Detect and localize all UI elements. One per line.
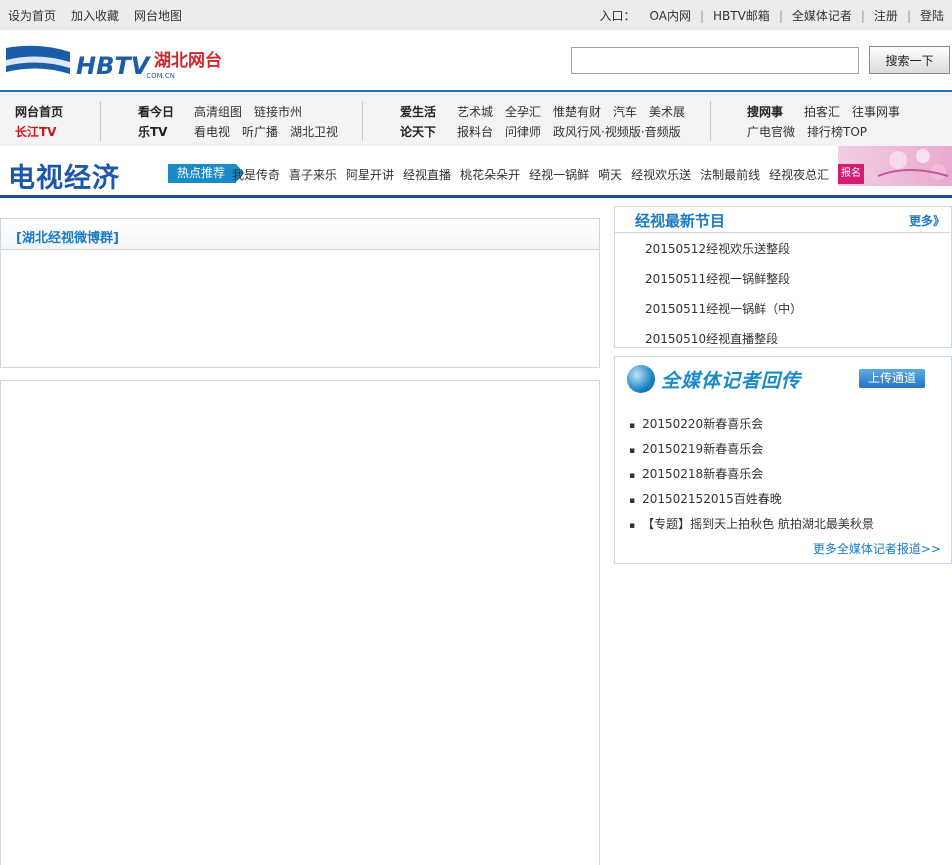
list-item[interactable]: 20150511经视一锅鲜整段 bbox=[645, 270, 790, 287]
nav-lawyer[interactable]: 问律师 bbox=[505, 123, 541, 140]
top-right-links: 入口： OA内网 | HBTV邮箱 | 全媒体记者 | 注册 | 登陆 bbox=[600, 7, 945, 24]
hot-link[interactable]: 桃花朵朵开 bbox=[460, 166, 520, 183]
nav-divider bbox=[100, 101, 101, 141]
nav-city-links[interactable]: 链接市州 bbox=[254, 103, 302, 120]
all-media-reporter-link[interactable]: 全媒体记者 bbox=[792, 7, 852, 24]
nav-tips[interactable]: 报料台 bbox=[457, 123, 493, 140]
nav-past-events[interactable]: 往事网事 bbox=[852, 103, 900, 120]
nav-pregnancy[interactable]: 全孕汇 bbox=[505, 103, 541, 120]
reporter-panel: 全媒体记者回传 上传通道 20150220新春喜乐会 20150219新春喜乐会… bbox=[614, 356, 952, 564]
latest-programs-title: 经视最新节目 bbox=[635, 212, 726, 230]
list-item[interactable]: 【专题】摇到天上拍秋色 航拍湖北最美秋景 bbox=[629, 515, 874, 532]
logo-domain-text: .COM.CN bbox=[144, 72, 175, 80]
nav-hubei-tv[interactable]: 湖北卫视 bbox=[290, 123, 338, 140]
divider: | bbox=[699, 8, 705, 23]
signup-tag: 报名 bbox=[838, 164, 864, 184]
nav-letv-head[interactable]: 乐TV bbox=[138, 123, 167, 140]
nav-divider bbox=[710, 101, 711, 141]
hot-link[interactable]: 经视直播 bbox=[403, 166, 451, 183]
hbtv-mail-link[interactable]: HBTV邮箱 bbox=[713, 7, 770, 24]
weibo-group-panel: [湖北经视微博群] bbox=[0, 218, 600, 368]
nav-ranking[interactable]: 排行榜TOP bbox=[807, 123, 867, 140]
nav-changjiang-tv[interactable]: 长江TV bbox=[15, 123, 56, 140]
hbtv-logo[interactable]: HBTV 湖北网台 .COM.CN bbox=[4, 42, 232, 82]
reporter-panel-title: 全媒体记者回传 bbox=[661, 370, 802, 392]
register-link[interactable]: 注册 bbox=[874, 7, 898, 24]
list-item[interactable]: 20150220新春喜乐会 bbox=[629, 415, 763, 432]
top-left-links: 设为首页 加入收藏 网台地图 bbox=[8, 7, 182, 24]
nav-radio[interactable]: 听广播 bbox=[242, 123, 278, 140]
add-favorite-link[interactable]: 加入收藏 bbox=[71, 7, 119, 24]
logo-sub-text: 湖北网台 bbox=[154, 50, 222, 71]
nav-art-exhibit[interactable]: 美术展 bbox=[649, 103, 685, 120]
list-item[interactable]: 20150511经视一锅鲜（中） bbox=[645, 300, 802, 317]
channel-title[interactable]: 电视经济 bbox=[8, 156, 120, 195]
latest-more-link[interactable]: 更多》 bbox=[909, 212, 945, 229]
nav-watch-tv[interactable]: 看电视 bbox=[194, 123, 230, 140]
divider: | bbox=[860, 8, 865, 23]
nav-search-head[interactable]: 搜网事 bbox=[747, 103, 783, 120]
hot-link[interactable]: 我是传奇 bbox=[232, 166, 280, 183]
promo-banner[interactable]: 报名 bbox=[838, 146, 952, 186]
nav-politics[interactable]: 政风行风·视频版·音频版 bbox=[553, 123, 681, 140]
main-nav: 网台首页 长江TV 看今日 乐TV 高清组图 链接市州 看电视 听广播 湖北卫视… bbox=[0, 90, 952, 146]
list-item[interactable]: 20150218新春喜乐会 bbox=[629, 465, 763, 482]
nav-life-head[interactable]: 爱生活 bbox=[400, 103, 436, 120]
list-item[interactable]: 20150510经视直播整段 bbox=[645, 330, 778, 347]
nav-home[interactable]: 网台首页 bbox=[15, 103, 63, 120]
hot-link[interactable]: 喜子来乐 bbox=[289, 166, 337, 183]
upload-channel-button[interactable]: 上传通道 bbox=[859, 369, 925, 388]
hot-link[interactable]: 法制最前线 bbox=[700, 166, 760, 183]
nav-finance[interactable]: 惟楚有财 bbox=[553, 103, 601, 120]
divider: | bbox=[906, 8, 911, 23]
nav-discuss-head[interactable]: 论天下 bbox=[400, 123, 436, 140]
channel-bar: 电视经济 热点推荐 我是传奇 喜子来乐 阿星开讲 经视直播 桃花朵朵开 经视一锅… bbox=[0, 146, 952, 198]
logo-text: HBTV bbox=[76, 52, 152, 80]
search-input[interactable] bbox=[571, 47, 859, 74]
hot-link[interactable]: 阿星开讲 bbox=[346, 166, 394, 183]
hot-link[interactable]: 经视一锅鲜 bbox=[529, 166, 589, 183]
nav-auto[interactable]: 汽车 bbox=[613, 103, 637, 120]
nav-hd-gallery[interactable]: 高清组图 bbox=[194, 103, 242, 120]
hot-links: 我是传奇 喜子来乐 阿星开讲 经视直播 桃花朵朵开 经视一锅鲜 嗬天 经视欢乐送… bbox=[232, 166, 829, 183]
weibo-panel-header: [湖北经视微博群] bbox=[1, 219, 599, 250]
latest-programs-panel: 经视最新节目 更多》 20150512经视欢乐送整段 20150511经视一锅鲜… bbox=[614, 206, 952, 348]
set-homepage-link[interactable]: 设为首页 bbox=[8, 7, 56, 24]
weibo-panel-title[interactable]: [湖北经视微博群] bbox=[16, 227, 119, 246]
latest-programs-header: 经视最新节目 更多》 bbox=[615, 207, 951, 233]
nav-today-head[interactable]: 看今日 bbox=[138, 103, 174, 120]
nav-art-city[interactable]: 艺术城 bbox=[457, 103, 493, 120]
list-item[interactable]: 201502152015百姓春晚 bbox=[629, 490, 782, 507]
header: HBTV 湖北网台 .COM.CN 搜索一下 bbox=[0, 30, 952, 90]
login-link[interactable]: 登陆 bbox=[920, 7, 944, 24]
hot-link[interactable]: 经视欢乐送 bbox=[631, 166, 691, 183]
hot-link[interactable]: 经视夜总汇 bbox=[769, 166, 829, 183]
globe-icon bbox=[627, 365, 655, 393]
oa-intranet-link[interactable]: OA内网 bbox=[650, 7, 691, 24]
divider: | bbox=[778, 8, 783, 23]
entry-label: 入口： bbox=[599, 9, 636, 23]
content-panel bbox=[0, 380, 600, 865]
nav-official-weibo[interactable]: 广电官微 bbox=[747, 123, 795, 140]
site-map-link[interactable]: 网台地图 bbox=[134, 7, 182, 24]
list-item[interactable]: 20150219新春喜乐会 bbox=[629, 440, 763, 457]
nav-paike[interactable]: 拍客汇 bbox=[804, 103, 840, 120]
list-item[interactable]: 20150512经视欢乐送整段 bbox=[645, 240, 790, 257]
search-button[interactable]: 搜索一下 bbox=[869, 46, 950, 74]
hot-link[interactable]: 嗬天 bbox=[598, 166, 622, 183]
nav-divider bbox=[362, 101, 363, 141]
top-bar: 设为首页 加入收藏 网台地图 入口： OA内网 | HBTV邮箱 | 全媒体记者… bbox=[0, 0, 952, 30]
reporter-more-link[interactable]: 更多全媒体记者报道>> bbox=[813, 540, 941, 557]
hot-recommend-label: 热点推荐 bbox=[168, 164, 244, 183]
